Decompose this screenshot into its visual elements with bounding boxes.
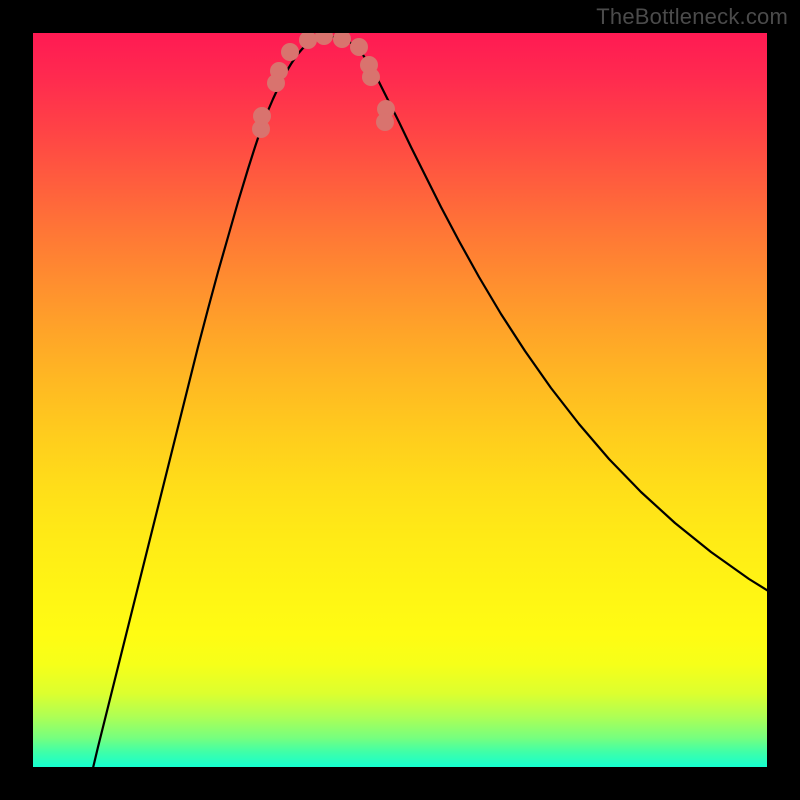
curve-markers	[252, 33, 395, 138]
curve-marker	[333, 33, 351, 48]
curve-marker	[299, 33, 317, 49]
curve-marker	[270, 62, 288, 80]
chart-frame: TheBottleneck.com	[0, 0, 800, 800]
curve-marker	[281, 43, 299, 61]
curve-marker	[376, 113, 394, 131]
bottleneck-curve	[88, 37, 767, 767]
curve-marker	[350, 38, 368, 56]
curve-marker	[362, 68, 380, 86]
curve-marker	[315, 33, 333, 45]
chart-svg	[33, 33, 767, 767]
attribution-label: TheBottleneck.com	[596, 4, 788, 30]
plot-area	[33, 33, 767, 767]
curve-marker	[253, 107, 271, 125]
